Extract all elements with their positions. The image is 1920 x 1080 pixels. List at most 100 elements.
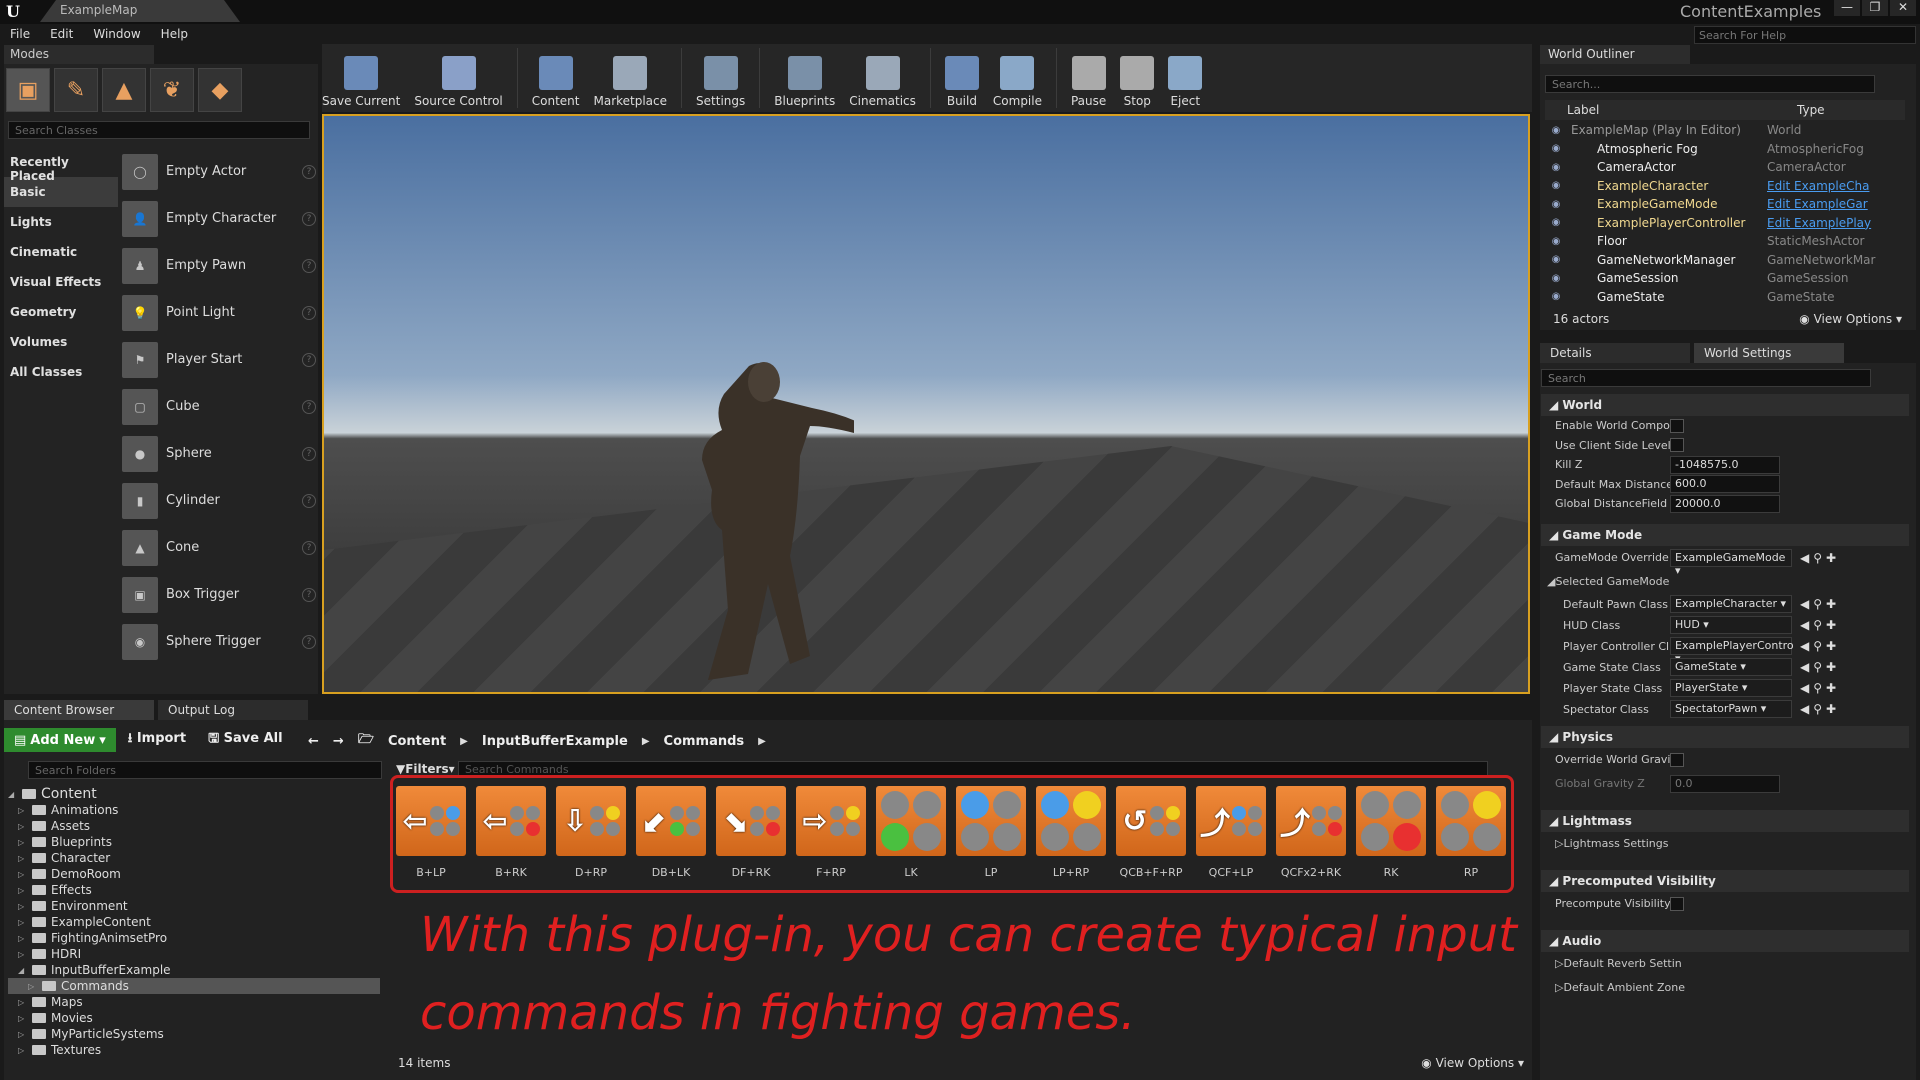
visibility-eye-icon[interactable]: ◉ bbox=[1545, 291, 1567, 302]
foliage-mode-icon[interactable]: ❦ bbox=[150, 68, 194, 112]
outliner-edit-link[interactable]: Edit ExampleCha bbox=[1767, 179, 1877, 193]
expand-arrow-icon[interactable]: ▷ bbox=[28, 982, 42, 991]
toolbar-source-control-button[interactable]: Source Control bbox=[414, 44, 503, 112]
help-icon[interactable]: ? bbox=[302, 211, 316, 226]
visibility-eye-icon[interactable]: ◉ bbox=[1545, 217, 1567, 228]
placeable-item[interactable]: ⚑ Player Start? bbox=[122, 336, 316, 383]
expand-arrow-icon[interactable]: ▷ bbox=[18, 838, 32, 847]
document-tab[interactable]: ExampleMap bbox=[40, 0, 240, 22]
toolbar-content-button[interactable]: Content bbox=[532, 44, 579, 112]
outliner-row[interactable]: ◉ ExampleGameMode Edit ExampleGar bbox=[1545, 195, 1905, 214]
lightmass-settings-row[interactable]: ▷ Lightmass Settings bbox=[1541, 832, 1909, 856]
category-lights[interactable]: Lights bbox=[4, 207, 118, 237]
visibility-eye-icon[interactable]: ◉ bbox=[1545, 254, 1567, 265]
gamemode-prop-dropdown[interactable]: PlayerState ▾ bbox=[1670, 679, 1792, 697]
asset-tile[interactable]: ⬋ DB+LK bbox=[636, 786, 706, 879]
placeable-item[interactable]: ♟ Empty Pawn? bbox=[122, 242, 316, 289]
gamemode-prop-dropdown[interactable]: ExampleCharacter ▾ bbox=[1670, 595, 1792, 613]
placeable-item[interactable]: 👤 Empty Character? bbox=[122, 195, 316, 242]
help-icon[interactable]: ? bbox=[302, 399, 316, 414]
placeable-item[interactable]: ◉ Sphere Trigger? bbox=[122, 618, 316, 665]
help-icon[interactable]: ? bbox=[302, 164, 316, 179]
level-viewport[interactable] bbox=[322, 114, 1530, 694]
paint-mode-icon[interactable]: ✎ bbox=[54, 68, 98, 112]
folder-item[interactable]: ◢ InputBufferExample bbox=[8, 962, 380, 978]
section-physics[interactable]: ◢ Physics bbox=[1541, 725, 1909, 748]
menu-window[interactable]: Window bbox=[83, 25, 150, 43]
visibility-eye-icon[interactable]: ◉ bbox=[1545, 273, 1567, 284]
placeable-item[interactable]: ▲ Cone? bbox=[122, 524, 316, 571]
section-lightmass[interactable]: ◢ Lightmass bbox=[1541, 809, 1909, 832]
folder-item[interactable]: ▷ Movies bbox=[8, 1010, 380, 1026]
outliner-row[interactable]: ◉ GameSession GameSession bbox=[1545, 269, 1905, 288]
category-all-classes[interactable]: All Classes bbox=[4, 357, 118, 387]
search-classes-input[interactable]: Search Classes bbox=[8, 121, 310, 139]
back-icon[interactable]: ← bbox=[308, 734, 319, 749]
visibility-eye-icon[interactable]: ◉ bbox=[1545, 236, 1567, 247]
expand-arrow-icon[interactable]: ▷ bbox=[18, 886, 32, 895]
expand-arrow-icon[interactable]: ▷ bbox=[18, 934, 32, 943]
expand-arrow-icon[interactable]: ▷ bbox=[18, 998, 32, 1007]
outliner-row[interactable]: ◉ Atmospheric Fog AtmosphericFog bbox=[1545, 140, 1905, 159]
asset-tile[interactable]: ⇦ B+RK bbox=[476, 786, 546, 879]
asset-tile[interactable]: ⤴ QCF+LP bbox=[1196, 786, 1266, 879]
menu-edit[interactable]: Edit bbox=[40, 25, 83, 43]
section-world[interactable]: ◢ World bbox=[1541, 394, 1909, 416]
world-prop-value[interactable]: 20000.0 bbox=[1670, 494, 1780, 513]
visibility-eye-icon[interactable]: ◉ bbox=[1545, 143, 1567, 154]
crumb-commands[interactable]: Commands bbox=[664, 734, 745, 749]
gamemode-override-dropdown[interactable]: ExampleGameMode ▾ bbox=[1670, 548, 1792, 577]
expand-arrow-icon[interactable]: ▷ bbox=[18, 870, 32, 879]
tab-content-browser[interactable]: Content Browser bbox=[4, 700, 154, 720]
minimize-icon[interactable]: — bbox=[1834, 0, 1860, 16]
place-mode-icon[interactable]: ▣ bbox=[6, 68, 50, 112]
expand-arrow-icon[interactable]: ▷ bbox=[18, 1030, 32, 1039]
folder-item[interactable]: ▷ DemoRoom bbox=[8, 866, 380, 882]
menu-help[interactable]: Help bbox=[151, 25, 198, 43]
folder-item[interactable]: ▷ Commands bbox=[8, 978, 380, 994]
category-cinematic[interactable]: Cinematic bbox=[4, 237, 118, 267]
gamemode-prop-dropdown[interactable]: HUD ▾ bbox=[1670, 616, 1792, 634]
geometry-mode-icon[interactable]: ◆ bbox=[198, 68, 242, 112]
placeable-item[interactable]: ▣ Box Trigger? bbox=[122, 571, 316, 618]
forward-icon[interactable]: → bbox=[333, 734, 344, 749]
placeable-item[interactable]: ● Sphere? bbox=[122, 430, 316, 477]
add-new-button[interactable]: ▤ Add New ▾ bbox=[4, 728, 116, 752]
toolbar-stop-button[interactable]: Stop bbox=[1120, 44, 1155, 112]
gamemode-prop-dropdown[interactable]: ExamplePlayerContro ▾ bbox=[1670, 637, 1794, 665]
override-gravity-checkbox[interactable] bbox=[1670, 752, 1684, 767]
asset-tile[interactable]: ↺ QCB+F+RP bbox=[1116, 786, 1186, 879]
expand-arrow-icon[interactable]: ◢ bbox=[18, 966, 32, 975]
asset-tile[interactable]: ⇨ F+RP bbox=[796, 786, 866, 879]
help-icon[interactable]: ? bbox=[302, 305, 316, 320]
world-prop-value[interactable]: -1048575.0 bbox=[1670, 455, 1780, 474]
asset-tile[interactable]: LP bbox=[956, 786, 1026, 879]
toolbar-blueprints-button[interactable]: Blueprints bbox=[774, 44, 835, 112]
folder-item[interactable]: ▷ Blueprints bbox=[8, 834, 380, 850]
audio-ambient-row[interactable]: ▷ Default Ambient Zone bbox=[1541, 976, 1909, 1000]
section-game-mode[interactable]: ◢ Game Mode bbox=[1541, 523, 1909, 546]
category-geometry[interactable]: Geometry bbox=[4, 297, 118, 327]
help-search-input[interactable]: Search For Help bbox=[1694, 26, 1916, 44]
import-button[interactable]: ⭳ Import bbox=[128, 729, 186, 751]
toolbar-compile-button[interactable]: Compile bbox=[993, 44, 1042, 112]
outliner-edit-link[interactable]: Edit ExamplePlay bbox=[1767, 216, 1877, 230]
toolbar-marketplace-button[interactable]: Marketplace bbox=[593, 44, 667, 112]
help-icon[interactable]: ? bbox=[302, 540, 316, 555]
menu-file[interactable]: File bbox=[0, 25, 40, 43]
folder-item[interactable]: ▷ Maps bbox=[8, 994, 380, 1010]
folder-item[interactable]: ▷ Character bbox=[8, 850, 380, 866]
cb-view-options[interactable]: ◉ View Options ▾ bbox=[1421, 1056, 1524, 1070]
asset-tile[interactable]: RP bbox=[1436, 786, 1506, 879]
visibility-eye-icon[interactable]: ◉ bbox=[1545, 199, 1567, 210]
folder-item[interactable]: ▷ Animations bbox=[8, 802, 380, 818]
outliner-row[interactable]: ◉ GameNetworkManager GameNetworkMar bbox=[1545, 251, 1905, 270]
help-icon[interactable]: ? bbox=[302, 258, 316, 273]
gamemode-prop-dropdown[interactable]: SpectatorPawn ▾ bbox=[1670, 700, 1792, 718]
help-icon[interactable]: ? bbox=[302, 587, 316, 602]
precompute-visibility-checkbox[interactable] bbox=[1670, 896, 1684, 911]
help-icon[interactable]: ? bbox=[302, 634, 316, 649]
outliner-row[interactable]: ◉ ExampleCharacter Edit ExampleCha bbox=[1545, 177, 1905, 196]
expand-arrow-icon[interactable]: ◢ bbox=[8, 790, 22, 799]
gamemode-prop-dropdown[interactable]: GameState ▾ bbox=[1670, 658, 1792, 676]
